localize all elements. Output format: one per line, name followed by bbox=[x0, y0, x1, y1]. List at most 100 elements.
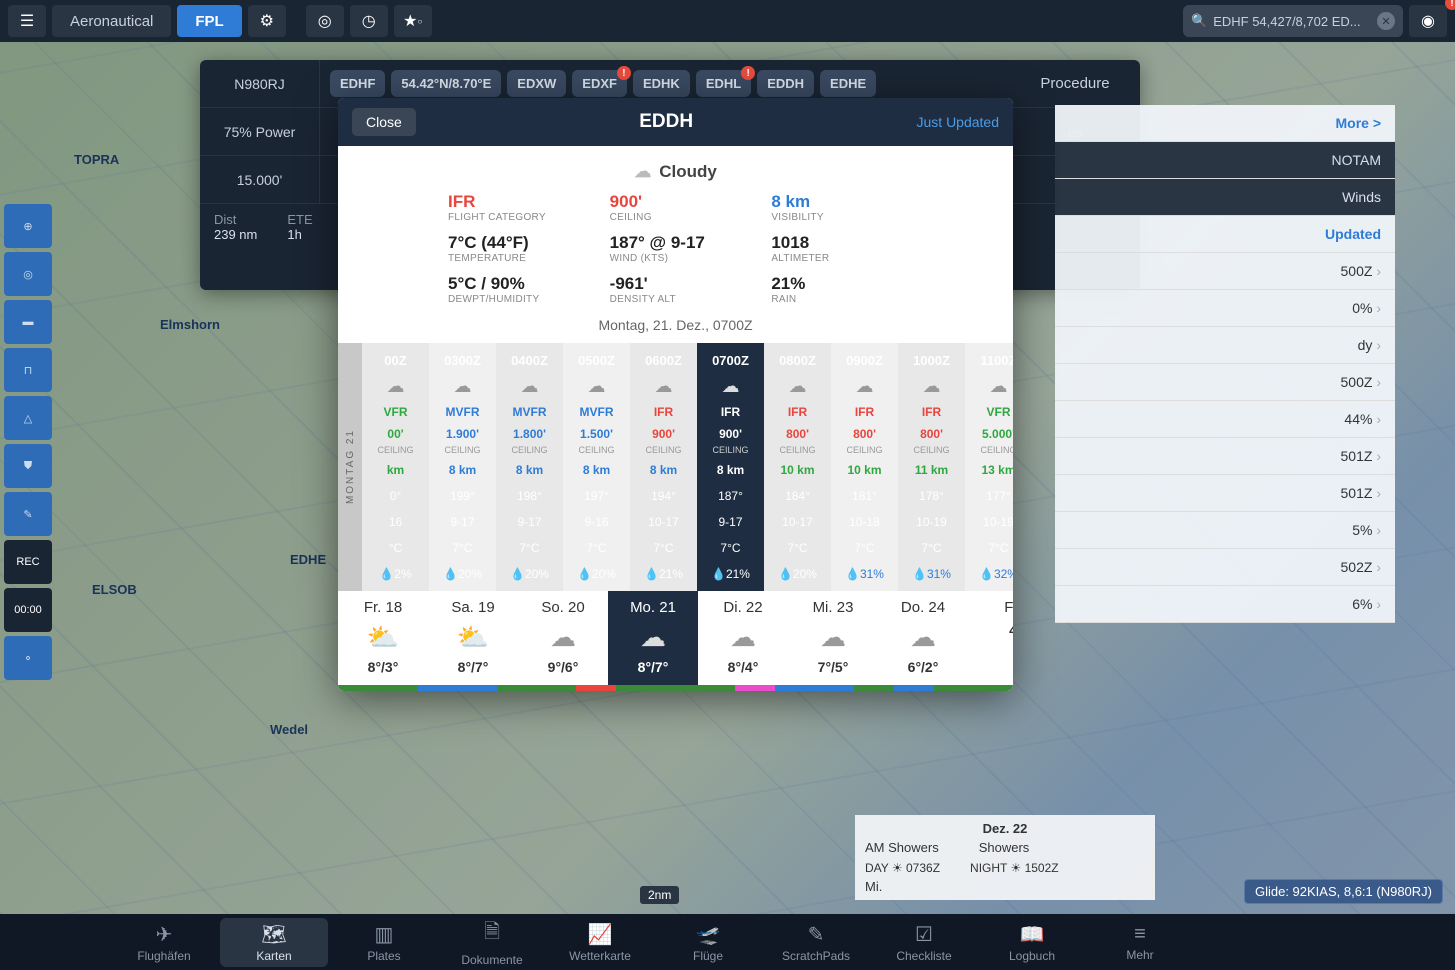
updated-row: Updated bbox=[1055, 216, 1395, 253]
star-icon[interactable]: ★○ bbox=[394, 5, 432, 37]
day-column[interactable]: Fr. 18⛅8°/3° bbox=[338, 591, 428, 691]
map-tool-8[interactable]: 00:00 bbox=[4, 588, 52, 632]
waypoint-pill[interactable]: EDXW bbox=[507, 70, 566, 97]
day-column[interactable]: Do. 24☁6°/2° bbox=[878, 591, 968, 691]
map-mode-button[interactable]: Aeronautical bbox=[52, 5, 171, 37]
hour-column[interactable]: 00Z☁VFR00'CEILINGkm0°16°C💧2% bbox=[362, 343, 429, 591]
daily-date: Dez. 22 bbox=[865, 821, 1145, 836]
map-tool-5[interactable]: ⛊ bbox=[4, 444, 52, 488]
hour-column[interactable]: 0400Z☁MVFR1.800'CEILING8 km198°9-177°C💧2… bbox=[496, 343, 563, 591]
metric-dewpt-humidity: 5°C / 90%DEWPT/HUMIDITY bbox=[448, 274, 580, 305]
waypoint-pill[interactable]: EDHF bbox=[330, 70, 385, 97]
info-row[interactable]: dy › bbox=[1055, 327, 1395, 364]
waypoint-pill[interactable]: EDXF! bbox=[572, 70, 627, 97]
updated-label[interactable]: Just Updated bbox=[917, 114, 1000, 130]
waypoint-pill[interactable]: 54.42°N/8.70°E bbox=[391, 70, 501, 97]
hour-column[interactable]: 0500Z☁MVFR1.500'CEILING8 km197°9-167°C💧2… bbox=[563, 343, 630, 591]
metric-flight-category: IFRFLIGHT CATEGORY bbox=[448, 192, 580, 223]
map-tool-6[interactable]: ✎ bbox=[4, 492, 52, 536]
dist-value: 239 nm bbox=[214, 227, 257, 242]
metric-visibility: 8 kmVISIBILITY bbox=[771, 192, 903, 223]
info-row[interactable]: 44% › bbox=[1055, 401, 1395, 438]
search-text: EDHF 54,427/8,702 ED... bbox=[1213, 14, 1360, 29]
map-scale: 2nm bbox=[640, 886, 679, 904]
metric-ceiling: 900'CEILING bbox=[610, 192, 742, 223]
metric-temperature: 7°C (44°F)TEMPERATURE bbox=[448, 233, 580, 264]
locate-icon[interactable]: ◉ bbox=[1409, 5, 1447, 37]
ete-value: 1h bbox=[287, 227, 301, 242]
waypoint-pill[interactable]: EDHE bbox=[820, 70, 876, 97]
aircraft-cell[interactable]: N980RJ bbox=[200, 60, 320, 108]
tab-checkliste[interactable]: ☑Checkliste bbox=[870, 922, 978, 963]
tab-mehr[interactable]: ≡Mehr bbox=[1086, 923, 1194, 962]
altitude-cell[interactable]: 15.000' bbox=[200, 156, 320, 204]
hour-column[interactable]: 1100Z☁VFR5.000'CEILING13 km177°10-197°C💧… bbox=[965, 343, 1013, 591]
metric-wind-kts-: 187° @ 9-17WIND (KTS) bbox=[610, 233, 742, 264]
map-tool-4[interactable]: △ bbox=[4, 396, 52, 440]
tab-flüge[interactable]: 🛫Flüge bbox=[654, 922, 762, 963]
daily-forecast-box: Dez. 22 AM ShowersShowers DAY ☀ 0736ZNIG… bbox=[855, 815, 1155, 900]
bottom-tabbar: ✈Flughäfen🗺Karten▥Plates🗎Dokumente📈Wette… bbox=[0, 914, 1455, 970]
condition-label: ☁Cloudy bbox=[368, 162, 983, 182]
procedure-button[interactable]: Procedure bbox=[1010, 60, 1140, 108]
day-column[interactable]: Sa. 19⛅8°/7° bbox=[428, 591, 518, 691]
dist-label: Dist bbox=[214, 212, 236, 227]
day-column[interactable]: Fr.4 bbox=[968, 591, 1013, 691]
hour-column[interactable]: 0600Z☁IFR900'CEILING8 km194°10-177°C💧21% bbox=[630, 343, 697, 591]
waypoint-pill[interactable]: EDHK bbox=[633, 70, 690, 97]
info-row[interactable]: 500Z › bbox=[1055, 364, 1395, 401]
layers-icon[interactable]: ☰ bbox=[8, 5, 46, 37]
glide-info: Glide: 92KIAS, 8,6:1 (N980RJ) bbox=[1244, 879, 1443, 904]
ete-label: ETE bbox=[287, 212, 312, 227]
info-row[interactable]: 5% › bbox=[1055, 512, 1395, 549]
hourly-strip[interactable]: MONTAG 21 00Z☁VFR00'CEILINGkm0°16°C💧2%03… bbox=[338, 343, 1013, 591]
hour-column[interactable]: 0900Z☁IFR800'CEILING10 km181°10-187°C💧31… bbox=[831, 343, 898, 591]
info-row[interactable]: 0% › bbox=[1055, 290, 1395, 327]
hour-column[interactable]: 0700Z☁IFR900'CEILING8 km187°9-177°C💧21% bbox=[697, 343, 764, 591]
gear-icon[interactable]: ⚙ bbox=[248, 5, 286, 37]
info-row[interactable]: 6% › bbox=[1055, 586, 1395, 623]
day-column[interactable]: Mi. 23☁7°/5° bbox=[788, 591, 878, 691]
daily-strip[interactable]: Fr. 18⛅8°/3°Sa. 19⛅8°/7°So. 20☁9°/6°Mo. … bbox=[338, 591, 1013, 691]
tab-logbuch[interactable]: 📖Logbuch bbox=[978, 922, 1086, 963]
notam-tab[interactable]: NOTAM bbox=[1055, 142, 1395, 179]
fpl-button[interactable]: FPL! bbox=[177, 5, 241, 37]
hour-column[interactable]: 0300Z☁MVFR1.900'CEILING8 km199°9-177°C💧2… bbox=[429, 343, 496, 591]
winds-tab[interactable]: Winds bbox=[1055, 179, 1395, 216]
waypoint-pill[interactable]: EDHL! bbox=[696, 70, 751, 97]
info-row[interactable]: 501Z › bbox=[1055, 438, 1395, 475]
tab-dokumente[interactable]: 🗎Dokumente bbox=[438, 917, 546, 967]
tab-scratchpads[interactable]: ✎ScratchPads bbox=[762, 922, 870, 963]
gauge-icon[interactable]: ◷ bbox=[350, 5, 388, 37]
search-icon: 🔍 bbox=[1191, 13, 1207, 29]
map-tool-1[interactable]: ◎ bbox=[4, 252, 52, 296]
day-column[interactable]: So. 20☁9°/6° bbox=[518, 591, 608, 691]
power-cell[interactable]: 75% Power bbox=[200, 108, 320, 156]
day-vertical-label: MONTAG 21 bbox=[338, 343, 362, 591]
map-tool-7[interactable]: REC bbox=[4, 540, 52, 584]
map-tool-3[interactable]: ⊓ bbox=[4, 348, 52, 392]
info-row[interactable]: 500Z › bbox=[1055, 253, 1395, 290]
more-link[interactable]: More > bbox=[1055, 105, 1395, 142]
top-toolbar: ☰ Aeronautical FPL! ⚙ ◎ ◷ ★○ 🔍 EDHF 54,4… bbox=[0, 0, 1455, 42]
tab-wetterkarte[interactable]: 📈Wetterkarte bbox=[546, 922, 654, 963]
hour-column[interactable]: 0800Z☁IFR800'CEILING10 km184°10-177°C💧20… bbox=[764, 343, 831, 591]
tab-karten[interactable]: 🗺Karten bbox=[220, 918, 328, 967]
info-row[interactable]: 502Z › bbox=[1055, 549, 1395, 586]
tab-plates[interactable]: ▥Plates bbox=[330, 922, 438, 963]
clear-icon[interactable]: ✕ bbox=[1377, 12, 1395, 30]
map-tool-9[interactable]: ⚬ bbox=[4, 636, 52, 680]
search-input[interactable]: 🔍 EDHF 54,427/8,702 ED... ✕ bbox=[1183, 5, 1403, 37]
close-button[interactable]: Close bbox=[352, 108, 416, 136]
day-column[interactable]: Mo. 21☁8°/7° bbox=[608, 591, 698, 691]
compass-icon[interactable]: ◎ bbox=[306, 5, 344, 37]
map-tool-2[interactable]: ▬ bbox=[4, 300, 52, 344]
tab-flughäfen[interactable]: ✈Flughäfen bbox=[110, 922, 218, 963]
day-column[interactable]: Di. 22☁8°/4° bbox=[698, 591, 788, 691]
map-tool-strip: ⊕◎▬⊓△⛊✎REC00:00⚬ bbox=[0, 42, 56, 914]
info-row[interactable]: 501Z › bbox=[1055, 475, 1395, 512]
metric-rain: 21%RAIN bbox=[771, 274, 903, 305]
waypoint-pill[interactable]: EDDH bbox=[757, 70, 814, 97]
hour-column[interactable]: 1000Z☁IFR800'CEILING11 km178°10-197°C💧31… bbox=[898, 343, 965, 591]
map-tool-0[interactable]: ⊕ bbox=[4, 204, 52, 248]
